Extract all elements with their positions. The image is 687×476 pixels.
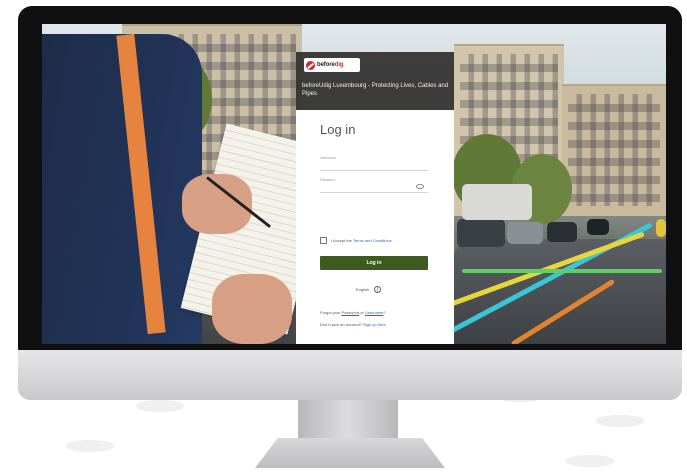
username-input[interactable] xyxy=(320,159,420,169)
brand-title: beforeUdig Luxembourg - Protecting Lives… xyxy=(302,83,449,97)
login-card: Log in Username Password I Accept the Te… xyxy=(296,110,454,344)
forgot-credentials: Forgot your Password or Username? xyxy=(320,310,386,315)
monitor-base xyxy=(255,438,445,468)
car-yellow xyxy=(656,219,666,237)
login-header: beforedig beforeUdig Luxembourg - Protec… xyxy=(296,52,454,110)
building-far-right xyxy=(562,84,666,216)
brand-logo: beforedig xyxy=(304,58,360,72)
car xyxy=(587,219,609,235)
language-selector[interactable]: English xyxy=(356,286,382,293)
no-dig-icon xyxy=(306,60,315,70)
monitor-chin xyxy=(18,350,682,400)
car xyxy=(507,222,543,244)
globe-icon xyxy=(374,286,382,293)
logo-text: beforedig xyxy=(317,62,344,68)
signup-row: Don't have an account? Sign up here. xyxy=(320,322,387,327)
forgot-username-link[interactable]: Username xyxy=(365,310,383,315)
hand xyxy=(212,274,292,344)
terms-row: I Accept the Terms and Conditions. xyxy=(320,237,393,244)
password-input[interactable] xyxy=(320,181,420,191)
eye-icon[interactable] xyxy=(416,184,424,189)
monitor-stand xyxy=(298,400,398,442)
login-heading: Log in xyxy=(320,122,356,137)
lane-marking-green xyxy=(462,269,662,273)
monitor-frame: beforedig beforeUdig Luxembourg - Protec… xyxy=(18,6,682,362)
car xyxy=(457,219,505,247)
terms-link[interactable]: Terms and Conditions xyxy=(353,238,392,243)
login-button[interactable]: Log in xyxy=(320,256,428,270)
forgot-password-link[interactable]: Password xyxy=(342,310,360,315)
terms-text: I Accept the Terms and Conditions. xyxy=(331,238,393,243)
username-field[interactable]: Username xyxy=(320,154,428,171)
monitor-screen: beforedig beforeUdig Luxembourg - Protec… xyxy=(42,24,666,344)
terms-checkbox[interactable] xyxy=(320,237,327,244)
signup-link[interactable]: Sign up here. xyxy=(363,322,387,327)
password-field[interactable]: Password xyxy=(320,176,428,193)
bus xyxy=(462,184,532,220)
car xyxy=(547,222,577,242)
language-label: English xyxy=(356,287,370,292)
